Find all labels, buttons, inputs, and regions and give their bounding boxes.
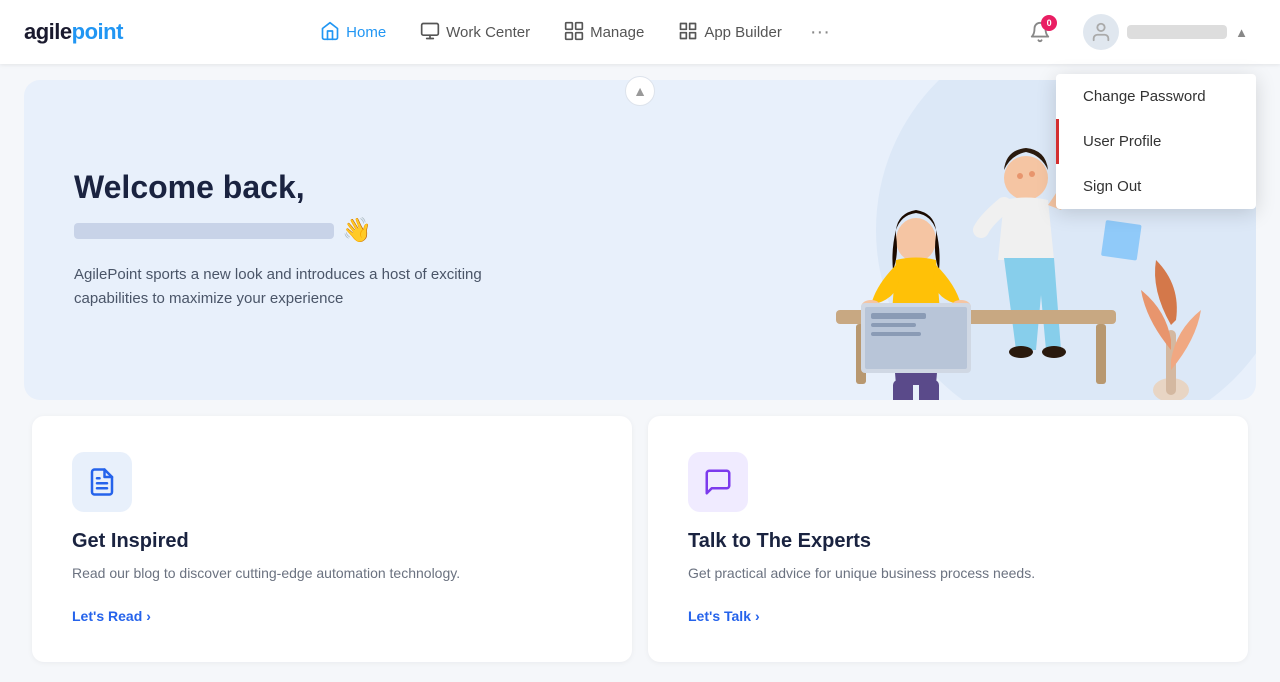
- card-get-inspired: Get Inspired Read our blog to discover c…: [32, 416, 632, 662]
- logo-text: agilepoint: [24, 19, 123, 45]
- hero-description: AgilePoint sports a new look and introdu…: [74, 263, 534, 311]
- card-link-arrow-inspired: ›: [146, 608, 151, 624]
- notifications-button[interactable]: 0: [1021, 13, 1059, 51]
- card-link-experts[interactable]: Let's Talk ›: [688, 608, 760, 624]
- card-title-inspired: Get Inspired: [72, 530, 592, 553]
- hero-username: 👋: [74, 216, 372, 245]
- user-dropdown-menu: Change Password User Profile Sign Out: [1056, 74, 1256, 209]
- card-link-inspired[interactable]: Let's Read ›: [72, 608, 151, 624]
- dropdown-item-user-profile[interactable]: User Profile: [1056, 119, 1256, 164]
- hero-username-blurred: [74, 223, 334, 239]
- nav-item-home[interactable]: Home: [306, 13, 400, 52]
- appbuilder-icon: [678, 21, 698, 44]
- nav-label-manage: Manage: [590, 24, 644, 41]
- chevron-up-icon: ▲: [633, 83, 647, 99]
- more-nav-button[interactable]: ···: [802, 13, 838, 52]
- dropdown-item-sign-out[interactable]: Sign Out: [1056, 164, 1256, 209]
- nav-label-home: Home: [346, 24, 386, 41]
- user-menu-button[interactable]: ▲: [1075, 10, 1256, 54]
- header-right: 0 ▲ Change Password User Profile Sign Ou…: [1021, 10, 1256, 54]
- workcenter-icon: [420, 21, 440, 44]
- user-avatar: [1083, 14, 1119, 50]
- card-link-arrow-experts: ›: [755, 608, 760, 624]
- card-talk-experts: Talk to The Experts Get practical advice…: [648, 416, 1248, 662]
- nav-item-manage[interactable]: Manage: [550, 13, 658, 52]
- nav-item-appbuilder[interactable]: App Builder: [664, 13, 796, 52]
- hero-title: Welcome back,: [74, 169, 534, 206]
- cards-section: Get Inspired Read our blog to discover c…: [24, 416, 1256, 678]
- user-name-display: [1127, 25, 1227, 39]
- card-desc-experts: Get practical advice for unique business…: [688, 563, 1208, 584]
- chevron-up-icon: ▲: [1235, 25, 1248, 40]
- card-title-experts: Talk to The Experts: [688, 530, 1208, 553]
- nav-item-workcenter[interactable]: Work Center: [406, 13, 544, 52]
- main-nav: Home Work Center Manage: [306, 13, 838, 52]
- manage-icon: [564, 21, 584, 44]
- notification-count: 0: [1041, 15, 1057, 31]
- dropdown-item-change-password[interactable]: Change Password: [1056, 74, 1256, 119]
- header: agilepoint Home Work Center: [0, 0, 1280, 64]
- card-icon-inspired: [72, 452, 132, 512]
- card-desc-inspired: Read our blog to discover cutting-edge a…: [72, 563, 592, 584]
- collapse-header-button[interactable]: ▲: [625, 76, 655, 106]
- logo[interactable]: agilepoint: [24, 19, 123, 45]
- nav-label-workcenter: Work Center: [446, 24, 530, 41]
- hero-wave-emoji: 👋: [342, 216, 372, 245]
- hero-content: Welcome back, 👋 AgilePoint sports a new …: [24, 129, 584, 351]
- nav-label-appbuilder: App Builder: [704, 24, 782, 41]
- home-icon: [320, 21, 340, 44]
- card-icon-experts: [688, 452, 748, 512]
